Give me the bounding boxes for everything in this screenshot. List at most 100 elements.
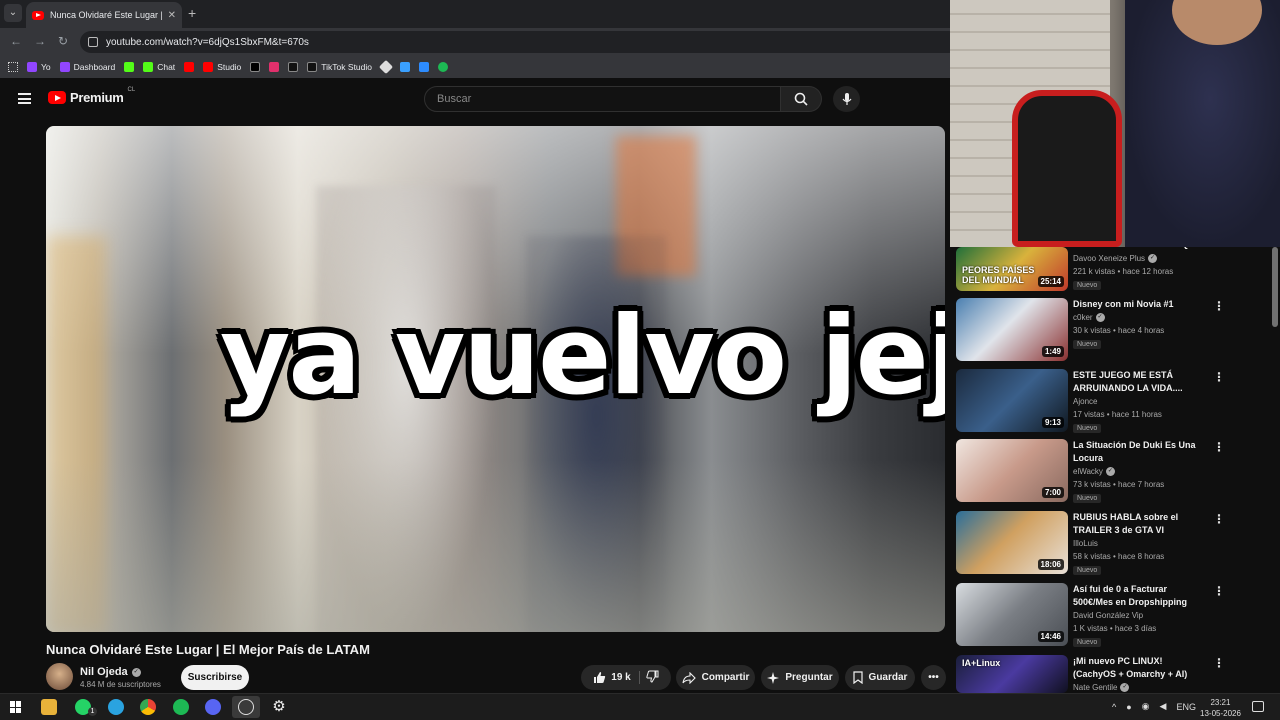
- recommendation-channel[interactable]: c0ker ✓: [1073, 313, 1105, 322]
- apps-grid-icon[interactable]: [8, 62, 18, 72]
- tray-expand-icon[interactable]: ^: [1112, 702, 1116, 712]
- logo-text: Premium: [70, 90, 124, 105]
- like-button[interactable]: 19 k: [593, 671, 640, 684]
- share-button[interactable]: Compartir: [676, 665, 755, 690]
- more-actions-button[interactable]: •••: [921, 665, 946, 690]
- tray-microphone-icon[interactable]: ●: [1126, 702, 1131, 712]
- sparkle-icon: [767, 671, 780, 684]
- tray-language[interactable]: ENG: [1176, 702, 1196, 712]
- save-button[interactable]: Guardar: [845, 665, 915, 690]
- back-icon[interactable]: ←: [10, 34, 22, 48]
- search-button[interactable]: [781, 86, 822, 112]
- more-options-icon[interactable]: ⋮: [1213, 585, 1225, 597]
- subscribe-button[interactable]: Suscribirse: [181, 665, 249, 690]
- bookmark-extra-3[interactable]: [419, 62, 430, 72]
- recommendation-item[interactable]: 14:46 Así fui de 0 a Facturar 500€/Mes en…: [956, 583, 1226, 647]
- browser-tab-active[interactable]: Nunca Olvidaré Este Lugar | El M ✕: [26, 2, 182, 28]
- recommendation-title[interactable]: Disney con mi Novia #1: [1073, 298, 1205, 311]
- recommendation-channel[interactable]: Davoo Xeneize Plus ✓: [1073, 254, 1158, 263]
- recommendation-title[interactable]: RUBIUS HABLA sobre el TRAILER 3 de GTA V…: [1073, 511, 1205, 537]
- sidebar-scrollbar[interactable]: [1272, 247, 1278, 327]
- windows-start-icon[interactable]: [10, 701, 22, 713]
- channel-name-text: Davoo Xeneize Plus: [1073, 254, 1146, 263]
- recommendation-channel[interactable]: IlloLuis: [1073, 539, 1098, 548]
- bookmark-chat[interactable]: Chat: [143, 62, 175, 72]
- site-info-icon[interactable]: [88, 37, 98, 47]
- recommendation-title[interactable]: Así fui de 0 a Facturar 500€/Mes en Drop…: [1073, 583, 1205, 609]
- youtube-logo-icon: [48, 91, 66, 104]
- ask-button[interactable]: Preguntar: [761, 665, 839, 690]
- recommendation-item[interactable]: PEORES PAÍSES DEL MUNDIAL25:14LOS 10 PEO…: [956, 239, 1226, 296]
- video-duration: 14:46: [1037, 631, 1064, 642]
- spotify-icon[interactable]: [173, 699, 189, 715]
- more-options-icon[interactable]: ⋮: [1213, 657, 1225, 669]
- new-badge: Nuevo: [1073, 281, 1102, 290]
- chrome-icon[interactable]: [140, 699, 156, 715]
- bookmark-instagram[interactable]: [269, 62, 280, 72]
- verified-icon: ✓: [1148, 254, 1158, 263]
- recommendation-item[interactable]: 7:00 La Situación De Duki Es Una Locura el…: [956, 439, 1226, 503]
- recommendation-thumbnail[interactable]: 18:06: [956, 511, 1068, 574]
- file-explorer-icon[interactable]: [41, 699, 57, 715]
- more-options-icon[interactable]: ⋮: [1213, 513, 1225, 525]
- bookmark-studio[interactable]: Studio: [203, 62, 241, 72]
- tab-search-button[interactable]: ⌄: [4, 4, 22, 22]
- recommendation-thumbnail[interactable]: 9:13: [956, 369, 1068, 432]
- settings-gear-icon[interactable]: ⚙: [271, 699, 287, 715]
- bookmark-x[interactable]: [250, 62, 261, 72]
- bookmark-extra-1[interactable]: [378, 59, 394, 75]
- recommendation-item[interactable]: 18:06 RUBIUS HABLA sobre el TRAILER 3 de …: [956, 511, 1226, 575]
- bookmark-extra-4[interactable]: [438, 62, 449, 72]
- extension-icon: [438, 62, 449, 72]
- forward-icon[interactable]: →: [34, 34, 46, 48]
- video-player[interactable]: ya vuelvo jeje: [46, 126, 945, 632]
- channel-name[interactable]: Nil Ojeda ✓: [80, 666, 141, 678]
- taskbar-clock[interactable]: 23:21 13-05-2026: [1200, 697, 1241, 719]
- new-badge: Nuevo: [1073, 340, 1102, 349]
- recommendation-meta: 73 k vistas • hace 7 horas: [1073, 480, 1165, 489]
- recommendation-thumbnail[interactable]: 1:49: [956, 298, 1068, 361]
- youtube-studio-icon: [203, 62, 214, 72]
- bookmark-tiktok-studio[interactable]: TikTok Studio: [307, 62, 372, 72]
- bookmark-yo[interactable]: Yo: [27, 62, 51, 72]
- recommendation-channel[interactable]: Nate Gentile ✓: [1073, 683, 1130, 692]
- recommendation-channel[interactable]: David González Vip: [1073, 611, 1143, 620]
- recommendation-title[interactable]: La Situación De Duki Es Una Locura: [1073, 439, 1205, 465]
- bookmark-youtube[interactable]: [184, 62, 195, 72]
- recommendation-item[interactable]: 9:13 ESTE JUEGO ME ESTÁ ARRUINANDO LA VID…: [956, 369, 1226, 433]
- recommendation-title[interactable]: ESTE JUEGO ME ESTÁ ARRUINANDO LA VIDA...…: [1073, 369, 1205, 395]
- address-bar[interactable]: youtube.com/watch?v=6djQs1SbxFM&t=670s: [80, 31, 960, 53]
- more-options-icon[interactable]: ⋮: [1213, 371, 1225, 383]
- discord-icon[interactable]: [205, 699, 221, 715]
- bookmark-dashboard[interactable]: Dashboard: [59, 62, 115, 72]
- recommendation-thumbnail[interactable]: 7:00: [956, 439, 1068, 502]
- new-tab-icon[interactable]: +: [188, 5, 196, 21]
- voice-search-button[interactable]: [833, 86, 860, 112]
- more-options-icon[interactable]: ⋮: [1213, 300, 1225, 312]
- recommendation-title[interactable]: ¡Mi nuevo PC LINUX! (CachyOS + Omarchy +…: [1073, 655, 1205, 681]
- search-bar: Buscar: [424, 86, 822, 112]
- bookmark-extra-2[interactable]: [400, 62, 411, 72]
- dislike-button[interactable]: [646, 670, 659, 686]
- tray-network-icon[interactable]: ◉: [1142, 701, 1150, 712]
- tray-volume-icon[interactable]: ◀: [1160, 701, 1167, 712]
- recommendation-thumbnail[interactable]: PEORES PAÍSES DEL MUNDIAL 25:14: [956, 247, 1068, 291]
- menu-icon[interactable]: [18, 93, 31, 104]
- recommendation-item[interactable]: 1:49 Disney con mi Novia #1 c0ker ✓ 30 k vis…: [956, 298, 1226, 362]
- channel-avatar[interactable]: [46, 663, 73, 690]
- recommendation-channel[interactable]: Ajonce: [1073, 397, 1097, 406]
- bookmark-tiktok[interactable]: [288, 62, 299, 72]
- tab-close-icon[interactable]: ✕: [168, 10, 176, 21]
- recommendation-thumbnail[interactable]: IA+Linux: [956, 655, 1068, 693]
- recommendation-thumbnail[interactable]: 14:46: [956, 583, 1068, 646]
- more-options-icon[interactable]: ⋮: [1213, 441, 1225, 453]
- recommendation-meta: 30 k vistas • hace 4 horas: [1073, 326, 1165, 335]
- telegram-icon[interactable]: [108, 699, 124, 715]
- twitch-icon: [59, 62, 70, 72]
- bookmark-kick[interactable]: [124, 62, 135, 72]
- search-input[interactable]: Buscar: [424, 86, 781, 112]
- notifications-icon[interactable]: [1252, 701, 1264, 712]
- youtube-logo[interactable]: Premium CL: [48, 87, 135, 105]
- reload-icon[interactable]: ↻: [58, 34, 68, 48]
- recommendation-channel[interactable]: elWacky ✓: [1073, 467, 1115, 476]
